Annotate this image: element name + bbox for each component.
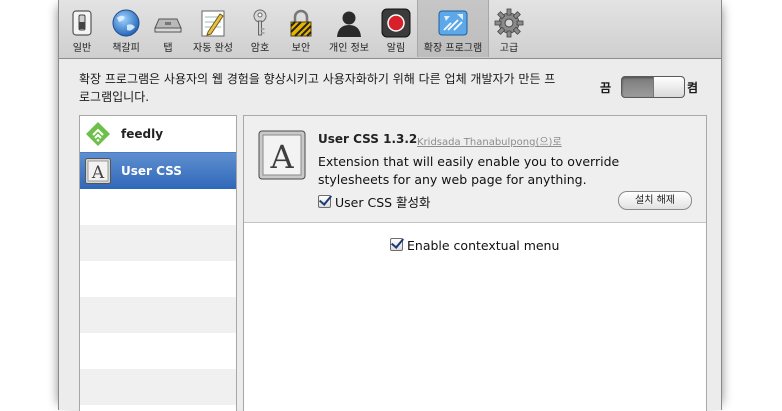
extension-list-item-user-css[interactable]: A User CSS <box>80 152 236 189</box>
toolbar-tab-bookmarks[interactable]: 책갈피 <box>103 0 149 57</box>
toolbar-tab-extensions[interactable]: 확장 프로그램 <box>417 0 489 57</box>
toolbar-tab-advanced[interactable]: 고급 <box>489 0 529 57</box>
autofill-pencil-icon <box>201 10 225 37</box>
contextual-menu-label: Enable contextual menu <box>407 238 560 253</box>
empty-list-row <box>80 297 236 333</box>
empty-list-row <box>80 333 236 369</box>
extension-name: User CSS <box>318 132 379 146</box>
svg-text:A: A <box>269 138 294 176</box>
tabs-icon <box>154 18 182 33</box>
toolbar-label-tabs: 탭 <box>163 43 173 54</box>
svg-text:A: A <box>91 163 105 183</box>
extensions-list: feedly A User CSS <box>79 115 237 411</box>
toolbar-label-bookmarks: 책갈피 <box>112 43 140 54</box>
toolbar-label-notifications: 알림 <box>386 43 406 54</box>
toolbar-tab-tabs[interactable]: 탭 <box>151 0 185 57</box>
extensions-master-toggle[interactable] <box>621 76 685 98</box>
extensions-icon <box>438 10 468 36</box>
toolbar-label-general: 일반 <box>72 43 92 54</box>
toolbar-tab-general[interactable]: 일반 <box>63 0 101 57</box>
checkbox-checked[interactable] <box>318 195 331 208</box>
extension-name: User CSS <box>121 164 182 178</box>
empty-list-row <box>80 369 236 405</box>
extension-list-item-feedly[interactable]: feedly <box>80 116 236 152</box>
preferences-toolbar: 일반 책갈피 탭 자동 완성 암호 보안 개인 정보 알림 확장 프로그램 고급 <box>59 0 721 59</box>
extension-detail-pane: A User CSS 1.3.2 Kridsada Thanabulpong(으… <box>243 115 707 411</box>
person-silhouette-icon <box>337 11 361 37</box>
empty-list-row <box>80 261 236 297</box>
user-css-letter-a-icon: A <box>85 158 111 184</box>
gear-icon <box>494 8 524 38</box>
empty-list-row <box>80 225 236 261</box>
extension-description: Extension that will easily enable you to… <box>318 154 620 187</box>
lock-icon <box>290 9 312 37</box>
toolbar-label-privacy: 개인 정보 <box>329 43 369 54</box>
switch-on-label: 켬 <box>687 81 699 95</box>
preferences-window: 일반 책갈피 탭 자동 완성 암호 보안 개인 정보 알림 확장 프로그램 고급… <box>58 0 722 411</box>
user-css-letter-a-icon: A <box>258 130 306 180</box>
general-switch-icon <box>72 10 92 36</box>
toolbar-label-passwords: 암호 <box>250 43 270 54</box>
toggle-knob[interactable] <box>653 77 684 97</box>
toolbar-tab-passwords[interactable]: 암호 <box>241 0 279 57</box>
enable-extension-checkbox[interactable]: User CSS 활성화 <box>318 192 431 211</box>
empty-list-row <box>80 189 236 225</box>
toolbar-tab-autofill[interactable]: 자동 완성 <box>187 0 239 57</box>
feedly-icon <box>86 122 110 146</box>
toolbar-tab-notifications[interactable]: 알림 <box>377 0 415 57</box>
toolbar-label-security: 보안 <box>291 43 311 54</box>
toolbar-label-extensions: 확장 프로그램 <box>423 43 483 54</box>
toolbar-label-autofill: 자동 완성 <box>193 43 233 54</box>
extensions-description: 확장 프로그램은 사용자의 웹 경험을 향상시키고 사용자화하기 위해 다른 업… <box>79 72 556 104</box>
extension-version: 1.3.2 <box>383 132 418 146</box>
enable-extension-label: User CSS 활성화 <box>335 195 431 210</box>
extension-detail-header: A User CSS 1.3.2 Kridsada Thanabulpong(으… <box>244 116 706 223</box>
extension-name: feedly <box>121 127 164 141</box>
notification-icon <box>381 8 411 38</box>
extension-title: User CSS 1.3.2 <box>318 132 417 146</box>
extension-author-link[interactable]: Kridsada Thanabulpong(으)로 <box>417 133 562 148</box>
contextual-menu-checkbox[interactable]: Enable contextual menu <box>390 238 559 253</box>
toolbar-label-advanced: 고급 <box>499 43 519 54</box>
key-icon <box>253 9 267 36</box>
switch-off-label: 끔 <box>600 81 612 95</box>
globe-icon <box>112 9 140 37</box>
toolbar-tab-security[interactable]: 보안 <box>281 0 321 57</box>
uninstall-button[interactable]: 설치 해제 <box>618 191 692 210</box>
toolbar-tab-privacy[interactable]: 개인 정보 <box>323 0 375 57</box>
checkbox-checked[interactable] <box>390 238 403 251</box>
